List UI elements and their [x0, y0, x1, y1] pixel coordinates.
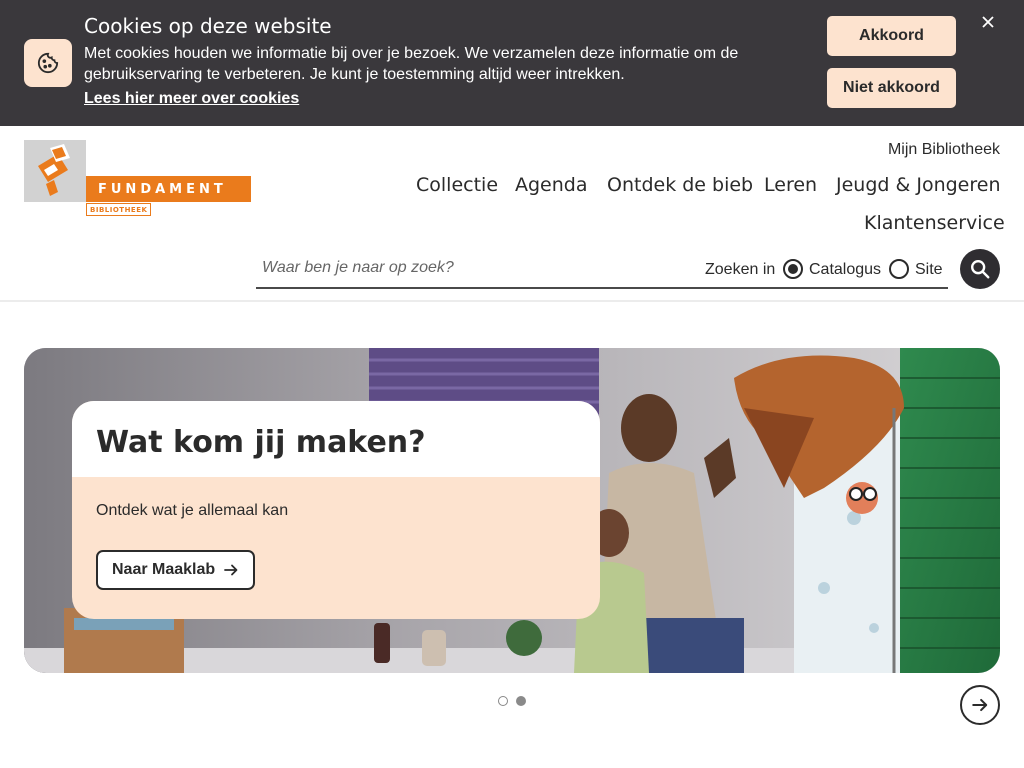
logo-subtitle: BIBLIOTHEEK — [86, 203, 152, 216]
carousel-next-button[interactable] — [960, 685, 1000, 725]
cookie-banner: Cookies op deze website Met cookies houd… — [0, 0, 1024, 126]
hero-title: Wat kom jij maken? — [96, 425, 426, 460]
cookie-more-info-link[interactable]: Lees hier meer over cookies — [84, 90, 299, 108]
site-header: FUNDAMENT BIBLIOTHEEK Mijn Bibliotheek C… — [0, 126, 1024, 302]
fundament-logo[interactable]: FUNDAMENT BIBLIOTHEEK — [24, 140, 252, 220]
carousel-dot-1[interactable] — [498, 696, 508, 706]
logo-mark — [24, 140, 86, 202]
mijn-bibliotheek-link[interactable]: Mijn Bibliotheek — [888, 141, 1000, 159]
hero-text: Ontdek wat je allemaal kan — [96, 502, 289, 519]
logo-wordmark: FUNDAMENT — [86, 176, 251, 202]
search-button[interactable] — [960, 249, 1000, 289]
search-bar: Zoeken in Catalogus Site — [256, 248, 948, 289]
search-input[interactable] — [256, 248, 692, 287]
cookie-icon — [24, 39, 72, 87]
radio-site[interactable] — [889, 259, 909, 279]
arrow-right-icon — [224, 564, 238, 576]
nav-collectie[interactable]: Collectie — [416, 174, 498, 196]
nav-klantenservice[interactable]: Klantenservice — [864, 212, 1005, 234]
cookie-decline-button[interactable]: Niet akkoord — [827, 68, 956, 108]
arrow-right-icon — [972, 698, 988, 712]
radio-catalogus[interactable] — [783, 259, 803, 279]
nav-agenda[interactable]: Agenda — [515, 174, 588, 196]
cookie-accept-button[interactable]: Akkoord — [827, 16, 956, 56]
radio-catalogus-label[interactable]: Catalogus — [809, 261, 881, 279]
search-scope-label: Zoeken in — [705, 261, 776, 278]
carousel-dot-2[interactable] — [516, 696, 526, 706]
cookie-title: Cookies op deze website — [84, 14, 332, 38]
naar-maaklab-label: Naar Maaklab — [112, 561, 216, 578]
cookie-text: Met cookies houden we informatie bij ove… — [84, 45, 739, 83]
hero-card: Wat kom jij maken? Ontdek wat je allemaa… — [72, 401, 600, 619]
carousel-dots — [498, 696, 526, 706]
nav-jeugd-jongeren[interactable]: Jeugd & Jongeren — [836, 174, 1001, 196]
radio-site-label[interactable]: Site — [915, 261, 943, 279]
search-icon — [971, 260, 990, 279]
nav-leren[interactable]: Leren — [764, 174, 817, 196]
nav-ontdek-de-bieb[interactable]: Ontdek de bieb — [607, 174, 753, 196]
close-icon[interactable] — [978, 12, 998, 32]
naar-maaklab-button[interactable]: Naar Maaklab — [96, 550, 256, 590]
hero-card-header: Wat kom jij maken? — [72, 401, 600, 477]
